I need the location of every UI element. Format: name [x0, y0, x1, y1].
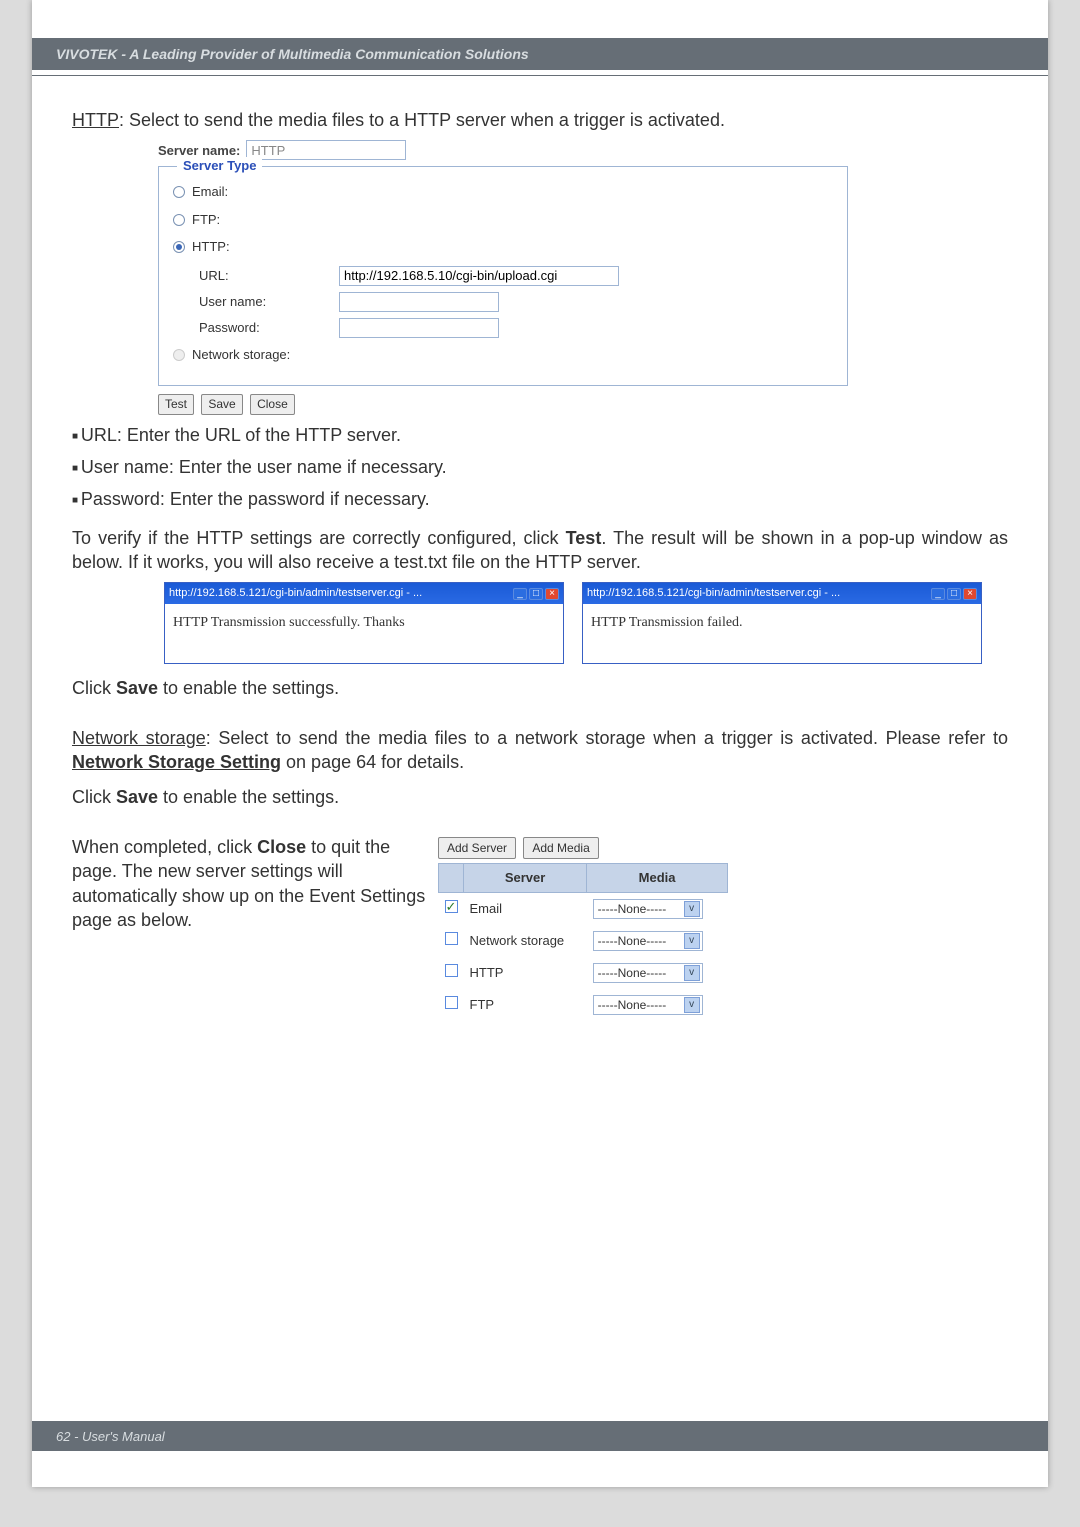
col-media: Media	[587, 864, 728, 893]
radio-email[interactable]: Email:	[173, 183, 833, 201]
bullet-url: URL: Enter the URL of the HTTP server.	[72, 423, 1008, 447]
checkbox-ns[interactable]	[445, 932, 458, 945]
header-divider	[32, 75, 1048, 76]
radio-email-label: Email:	[192, 183, 228, 201]
header-text: VIVOTEK - A Leading Provider of Multimed…	[56, 46, 529, 62]
popup-success-body: HTTP Transmission successfully. Thanks	[165, 604, 563, 663]
save-button[interactable]: Save	[201, 394, 242, 414]
username-input[interactable]	[339, 292, 499, 312]
page-header-band: VIVOTEK - A Leading Provider of Multimed…	[32, 38, 1048, 70]
table-row: Network storage -----None-----v	[439, 925, 728, 957]
server-type-fieldset: Server Type Email: FTP: HTTP: URL: User …	[158, 166, 848, 386]
popup-examples: http://192.168.5.121/cgi-bin/admin/tests…	[164, 582, 1008, 664]
test-button[interactable]: Test	[158, 394, 194, 414]
bullet-username: User name: Enter the user name if necess…	[72, 455, 1008, 479]
radio-ftp[interactable]: FTP:	[173, 211, 833, 229]
verify-paragraph: To verify if the HTTP settings are corre…	[72, 526, 1008, 575]
ns-mid: : Select to send the media files to a ne…	[206, 728, 1008, 748]
table-row: HTTP -----None-----v	[439, 957, 728, 989]
http-field-bullets: URL: Enter the URL of the HTTP server. U…	[72, 423, 1008, 512]
password-input[interactable]	[339, 318, 499, 338]
completed-row: Add Server Add Media Server Media Email …	[72, 835, 1008, 1021]
row-email-name[interactable]: Email	[464, 892, 587, 925]
chevron-down-icon: v	[684, 997, 700, 1013]
server-form: Server name: Server Type Email: FTP: HTT…	[158, 140, 1008, 414]
footer-text: 62 - User's Manual	[56, 1429, 165, 1444]
media-select-http[interactable]: -----None-----v	[593, 963, 703, 983]
maximize-icon[interactable]: □	[529, 588, 543, 600]
http-heading: HTTP	[72, 110, 119, 130]
verify-test-bold: Test	[566, 528, 602, 548]
checkbox-http[interactable]	[445, 964, 458, 977]
col-server: Server	[464, 864, 587, 893]
radio-http[interactable]: HTTP:	[173, 238, 833, 256]
minimize-icon[interactable]: _	[931, 588, 945, 600]
page-footer: 62 - User's Manual	[32, 1421, 1048, 1451]
minimize-icon[interactable]: _	[513, 588, 527, 600]
maximize-icon[interactable]: □	[947, 588, 961, 600]
table-row: Email -----None-----v	[439, 892, 728, 925]
table-row: FTP -----None-----v	[439, 989, 728, 1021]
username-label: User name:	[199, 293, 339, 311]
click-save-2: Click Save to enable the settings.	[72, 785, 1008, 809]
media-select-ftp[interactable]: -----None-----v	[593, 995, 703, 1015]
ns-end: on page 64 for details.	[281, 752, 464, 772]
radio-ftp-label: FTP:	[192, 211, 220, 229]
http-intro: HTTP: Select to send the media files to …	[72, 108, 1008, 132]
media-select-email[interactable]: -----None-----v	[593, 899, 703, 919]
bullet-password: Password: Enter the password if necessar…	[72, 487, 1008, 511]
row-http-name[interactable]: HTTP	[464, 957, 587, 989]
popup-fail: http://192.168.5.121/cgi-bin/admin/tests…	[582, 582, 982, 664]
checkbox-ftp[interactable]	[445, 996, 458, 1009]
radio-network-storage: Network storage:	[173, 346, 833, 364]
row-ns-name[interactable]: Network storage	[464, 925, 587, 957]
server-type-legend: Server Type	[177, 157, 262, 175]
ns-link[interactable]: Network Storage Setting	[72, 752, 281, 772]
close-button[interactable]: Close	[250, 394, 295, 414]
url-label: URL:	[199, 267, 339, 285]
media-select-ns[interactable]: -----None-----v	[593, 931, 703, 951]
password-label: Password:	[199, 319, 339, 337]
radio-ns-label: Network storage:	[192, 346, 290, 364]
network-storage-paragraph: Network storage: Select to send the medi…	[72, 726, 1008, 775]
add-server-button[interactable]: Add Server	[438, 837, 516, 859]
checkbox-email[interactable]	[445, 900, 458, 913]
chevron-down-icon: v	[684, 901, 700, 917]
verify-pre: To verify if the HTTP settings are corre…	[72, 528, 566, 548]
ns-heading: Network storage	[72, 728, 206, 748]
url-input[interactable]	[339, 266, 619, 286]
popup-fail-title: http://192.168.5.121/cgi-bin/admin/tests…	[587, 586, 840, 601]
popup-success: http://192.168.5.121/cgi-bin/admin/tests…	[164, 582, 564, 664]
server-name-input[interactable]	[246, 140, 406, 160]
row-ftp-name[interactable]: FTP	[464, 989, 587, 1021]
popup-fail-body: HTTP Transmission failed.	[583, 604, 981, 663]
chevron-down-icon: v	[684, 933, 700, 949]
http-intro-text: : Select to send the media files to a HT…	[119, 110, 725, 130]
close-icon[interactable]: ×	[545, 588, 559, 600]
add-media-button[interactable]: Add Media	[523, 837, 598, 859]
event-settings-table: Add Server Add Media Server Media Email …	[438, 837, 758, 1021]
chevron-down-icon: v	[684, 965, 700, 981]
popup-success-title: http://192.168.5.121/cgi-bin/admin/tests…	[169, 586, 422, 601]
radio-http-label: HTTP:	[192, 238, 230, 256]
close-icon[interactable]: ×	[963, 588, 977, 600]
click-save-1: Click Save to enable the settings.	[72, 676, 1008, 700]
